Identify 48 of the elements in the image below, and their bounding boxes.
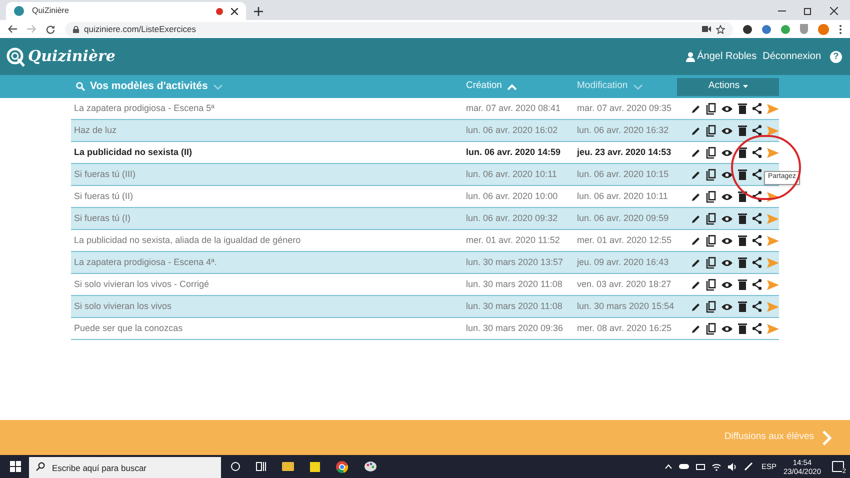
table-cell-text: mer. 08 avr. 2020 16:25	[577, 322, 673, 335]
column-header[interactable]: Création	[466, 79, 502, 94]
activity-title[interactable]: La zapatera prodigiosa - Escena 5ª	[71, 102, 466, 116]
activity-title[interactable]: La zapatera prodigiosa - Escena 4ª.	[71, 256, 466, 270]
help-button[interactable]: ?	[830, 50, 842, 62]
activity-title[interactable]: Puede ser que la conozcas	[71, 322, 466, 336]
table-cell-text: jeu. 09 avr. 2020 16:43	[577, 256, 670, 269]
table-cell-text: lun. 06 avr. 2020 16:32	[577, 124, 670, 137]
table-cell-text: mar. 07 avr. 2020 08:41	[466, 102, 562, 115]
table-cell-text: lun. 06 avr. 2020 09:32	[466, 212, 559, 225]
section-title[interactable]: Vos modèles d'activités	[90, 78, 208, 94]
search-field[interactable]: Escribe aquí para buscar	[29, 456, 221, 478]
table-cell-text: lun. 06 avr. 2020 10:11	[577, 190, 669, 203]
app-logo[interactable]: Quizinière	[28, 45, 116, 68]
table-row[interactable]: Si solo vivieran los vivos lun. 30 mars 2020 11:08 lun. 30 mars 2020 15:54	[71, 296, 779, 318]
table-cell-text: lun. 30 mars 2020 11:08	[466, 300, 564, 313]
user-name[interactable]: Ángel Robles	[697, 49, 757, 64]
activity-title[interactable]: Si fueras tú (II)	[71, 190, 466, 204]
activity-title[interactable]: Si fueras tú (III)	[71, 168, 466, 182]
table-cell-text: lun. 30 mars 2020 15:54	[577, 300, 676, 313]
table-row[interactable]: Haz de luz lun. 06 avr. 2020 16:02 lun. 06 avr. 2020 16:32	[71, 120, 779, 142]
activity-title[interactable]: Haz de luz	[71, 124, 466, 138]
table-cell-text: lun. 06 avr. 2020 10:00	[466, 190, 559, 203]
table-cell-text: lun. 06 avr. 2020 14:59	[466, 146, 562, 159]
activity-title[interactable]: La publicidad no sexista, aliada de la igualdad de género	[71, 234, 466, 248]
activity-title[interactable]: Si solo vivieran los vivos	[71, 300, 466, 314]
table-cell-text: lun. 06 avr. 2020 10:15	[577, 168, 670, 181]
table-cell-text: mar. 07 avr. 2020 09:35	[577, 102, 673, 115]
table-row[interactable]: Si fueras tú (I) lun. 06 avr. 2020 09:32 lun. 06 avr. 2020 09:59	[71, 208, 779, 230]
activity-title[interactable]: La publicidad no sexista (II)	[71, 146, 466, 160]
column-header[interactable]: Modification	[577, 79, 628, 94]
activity-title[interactable]: Si fueras tú (I)	[71, 212, 466, 226]
logout-link[interactable]: Déconnexion	[762, 49, 821, 64]
browser-tab[interactable]: QuiZinière	[6, 2, 246, 20]
actions-button[interactable]: Actions	[677, 78, 779, 96]
table-cell-text: ven. 03 avr. 2020 18:27	[577, 278, 672, 291]
table-cell-text: jeu. 23 avr. 2020 14:53	[577, 146, 672, 159]
activity-title[interactable]: Si solo vivieran los vivos - Corrigé	[71, 278, 466, 292]
table-cell-text: lun. 30 mars 2020 09:36	[466, 322, 564, 335]
table-row[interactable]: La zapatera prodigiosa - Escena 4ª. lun. 30 mars 2020 13:57 jeu. 09 avr. 2020 16:43	[71, 252, 779, 274]
table-cell-text: mer. 01 avr. 2020 11:52	[466, 234, 561, 247]
table-cell-text: lun. 06 avr. 2020 16:02	[466, 124, 559, 137]
table-cell-text: lun. 30 mars 2020 11:08	[466, 278, 564, 291]
table-cell-text: lun. 30 mars 2020 13:57	[466, 256, 564, 269]
table-cell-text: mer. 01 avr. 2020 12:55	[577, 234, 673, 247]
address-bar[interactable]: quiziniere.com/ListeExercices	[65, 22, 733, 36]
table-cell-text: lun. 06 avr. 2020 09:59	[577, 212, 670, 225]
table-cell-text: lun. 06 avr. 2020 10:11	[466, 168, 558, 181]
